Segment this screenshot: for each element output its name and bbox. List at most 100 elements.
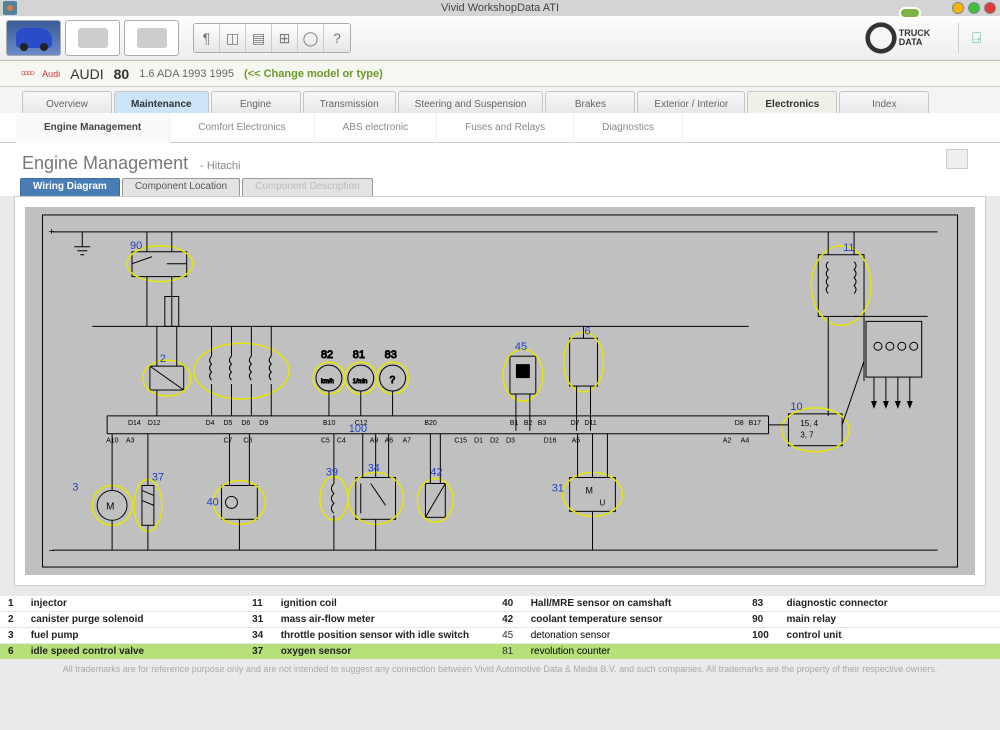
main-tab-overview[interactable]: Overview bbox=[22, 91, 112, 113]
legend-text: canister purge solenoid bbox=[23, 612, 244, 628]
audi-rings-icon: ○○○○ bbox=[20, 68, 32, 79]
svg-text:82: 82 bbox=[321, 349, 333, 361]
legend-num: 42 bbox=[494, 612, 523, 628]
svg-text:A9: A9 bbox=[370, 438, 379, 445]
legend-num: 37 bbox=[244, 644, 273, 660]
legend-num: 83 bbox=[744, 596, 778, 612]
print-button[interactable] bbox=[946, 149, 968, 169]
model-label: 80 bbox=[114, 66, 130, 82]
change-model-link[interactable]: (<< Change model or type) bbox=[244, 68, 383, 80]
main-tab-engine[interactable]: Engine bbox=[211, 91, 301, 113]
vehicle-button[interactable] bbox=[6, 20, 61, 56]
legend: 1injector11ignition coil40Hall/MRE senso… bbox=[0, 596, 1000, 660]
main-tab-transmission[interactable]: Transmission bbox=[303, 91, 396, 113]
svg-text:M: M bbox=[586, 485, 593, 495]
legend-num: 34 bbox=[244, 628, 273, 644]
help-button[interactable]: ? bbox=[324, 24, 350, 52]
sub-tab-fuses-and-relays[interactable]: Fuses and Relays bbox=[437, 113, 574, 143]
legend-text: fuel pump bbox=[23, 628, 244, 644]
legend-num: 2 bbox=[0, 612, 23, 628]
sub-tab-abs-electronic[interactable]: ABS electronic bbox=[315, 113, 438, 143]
svg-text:M: M bbox=[106, 501, 114, 512]
svg-text:D6: D6 bbox=[241, 420, 250, 427]
legend-text: Hall/MRE sensor on camshaft bbox=[523, 596, 744, 612]
tool-button-3[interactable]: ▤ bbox=[246, 24, 272, 52]
svg-text:45: 45 bbox=[515, 341, 527, 353]
calculator-button[interactable]: ⊞ bbox=[272, 24, 298, 52]
svg-text:C8: C8 bbox=[243, 438, 252, 445]
window-title: Vivid WorkshopData ATI bbox=[441, 2, 559, 14]
svg-text:90: 90 bbox=[130, 240, 142, 252]
toolbar: ¶ ◫ ▤ ⊞ ◯ ? TRUCK DATA ⍈ bbox=[0, 16, 1000, 61]
svg-text:A7: A7 bbox=[403, 438, 412, 445]
svg-text:83: 83 bbox=[385, 349, 397, 361]
nav-button-1[interactable] bbox=[65, 20, 120, 56]
tool-button-2[interactable]: ◫ bbox=[220, 24, 246, 52]
legend-text: detonation sensor bbox=[523, 628, 744, 644]
maximize-button[interactable] bbox=[968, 2, 980, 14]
legend-num: 3 bbox=[0, 628, 23, 644]
model-bar: ○○○○ Audi AUDI 80 1.6 ADA 1993 1995 (<< … bbox=[0, 61, 1000, 87]
legend-num: 40 bbox=[494, 596, 523, 612]
diagram-container: + 90 11 bbox=[14, 196, 986, 586]
doc-tab-component-description: Component Description bbox=[242, 178, 373, 196]
svg-text:B3: B3 bbox=[538, 420, 547, 427]
sub-tab-diagnostics[interactable]: Diagnostics bbox=[574, 113, 683, 143]
doc-tab-component-location[interactable]: Component Location bbox=[122, 178, 240, 196]
svg-text:2: 2 bbox=[160, 353, 166, 365]
legend-table: 1injector11ignition coil40Hall/MRE senso… bbox=[0, 596, 1000, 660]
main-tab-steering-and-suspension[interactable]: Steering and Suspension bbox=[398, 91, 544, 113]
svg-text:D16: D16 bbox=[544, 438, 557, 445]
legend-text: coolant temperature sensor bbox=[523, 612, 744, 628]
svg-text:39: 39 bbox=[326, 467, 338, 479]
legend-num: 31 bbox=[244, 612, 273, 628]
minimize-button[interactable] bbox=[952, 2, 964, 14]
globe-button[interactable]: ◯ bbox=[298, 24, 324, 52]
svg-text:D9: D9 bbox=[259, 420, 268, 427]
svg-text:D2: D2 bbox=[490, 438, 499, 445]
svg-text:U: U bbox=[599, 498, 605, 507]
svg-text:B2: B2 bbox=[524, 420, 533, 427]
tool-button-1[interactable]: ¶ bbox=[194, 24, 220, 52]
svg-text:37: 37 bbox=[152, 472, 164, 484]
svg-text:D14: D14 bbox=[128, 420, 141, 427]
svg-text:31: 31 bbox=[552, 482, 564, 494]
main-tab-exterior-interior[interactable]: Exterior / Interior bbox=[637, 91, 745, 113]
car-icon bbox=[16, 28, 52, 48]
svg-text:A5: A5 bbox=[572, 438, 581, 445]
main-tab-index[interactable]: Index bbox=[839, 91, 929, 113]
disclaimer: All trademarks are for reference purpose… bbox=[0, 660, 1000, 674]
exit-button[interactable]: ⍈ bbox=[958, 23, 994, 53]
legend-text: throttle position sensor with idle switc… bbox=[273, 628, 494, 644]
svg-text:C4: C4 bbox=[337, 438, 346, 445]
svg-text:D7: D7 bbox=[571, 420, 580, 427]
svg-text:km/h: km/h bbox=[321, 379, 334, 385]
legend-num: 81 bbox=[494, 644, 523, 660]
svg-text:D11: D11 bbox=[585, 420, 597, 427]
svg-text:B10: B10 bbox=[323, 420, 336, 427]
svg-text:100: 100 bbox=[349, 423, 367, 435]
doc-tab-wiring-diagram[interactable]: Wiring Diagram bbox=[20, 178, 120, 196]
svg-text:B17: B17 bbox=[749, 420, 762, 427]
legend-text: oxygen sensor bbox=[273, 644, 494, 660]
window-controls bbox=[952, 2, 996, 14]
legend-text: idle speed control valve bbox=[23, 644, 244, 660]
main-tab-maintenance[interactable]: Maintenance bbox=[114, 91, 209, 113]
legend-text: diagnostic connector bbox=[779, 596, 1000, 612]
svg-text:D8: D8 bbox=[735, 420, 744, 427]
main-tab-electronics[interactable]: Electronics bbox=[747, 91, 837, 113]
close-button[interactable] bbox=[984, 2, 996, 14]
legend-num: 90 bbox=[744, 612, 778, 628]
svg-text:C5: C5 bbox=[321, 438, 330, 445]
nav-button-2[interactable] bbox=[124, 20, 179, 56]
sub-tab-comfort-electronics[interactable]: Comfort Electronics bbox=[170, 113, 314, 143]
sub-tab-engine-management[interactable]: Engine Management bbox=[16, 113, 170, 143]
legend-num: 1 bbox=[0, 596, 23, 612]
main-tabs: OverviewMaintenanceEngineTransmissionSte… bbox=[0, 87, 1000, 113]
placeholder-icon bbox=[137, 28, 167, 48]
svg-text:D5: D5 bbox=[224, 420, 233, 427]
legend-text: main relay bbox=[779, 612, 1000, 628]
wiring-diagram[interactable]: + 90 11 bbox=[25, 207, 975, 575]
svg-text:D1: D1 bbox=[474, 438, 483, 445]
main-tab-brakes[interactable]: Brakes bbox=[545, 91, 635, 113]
